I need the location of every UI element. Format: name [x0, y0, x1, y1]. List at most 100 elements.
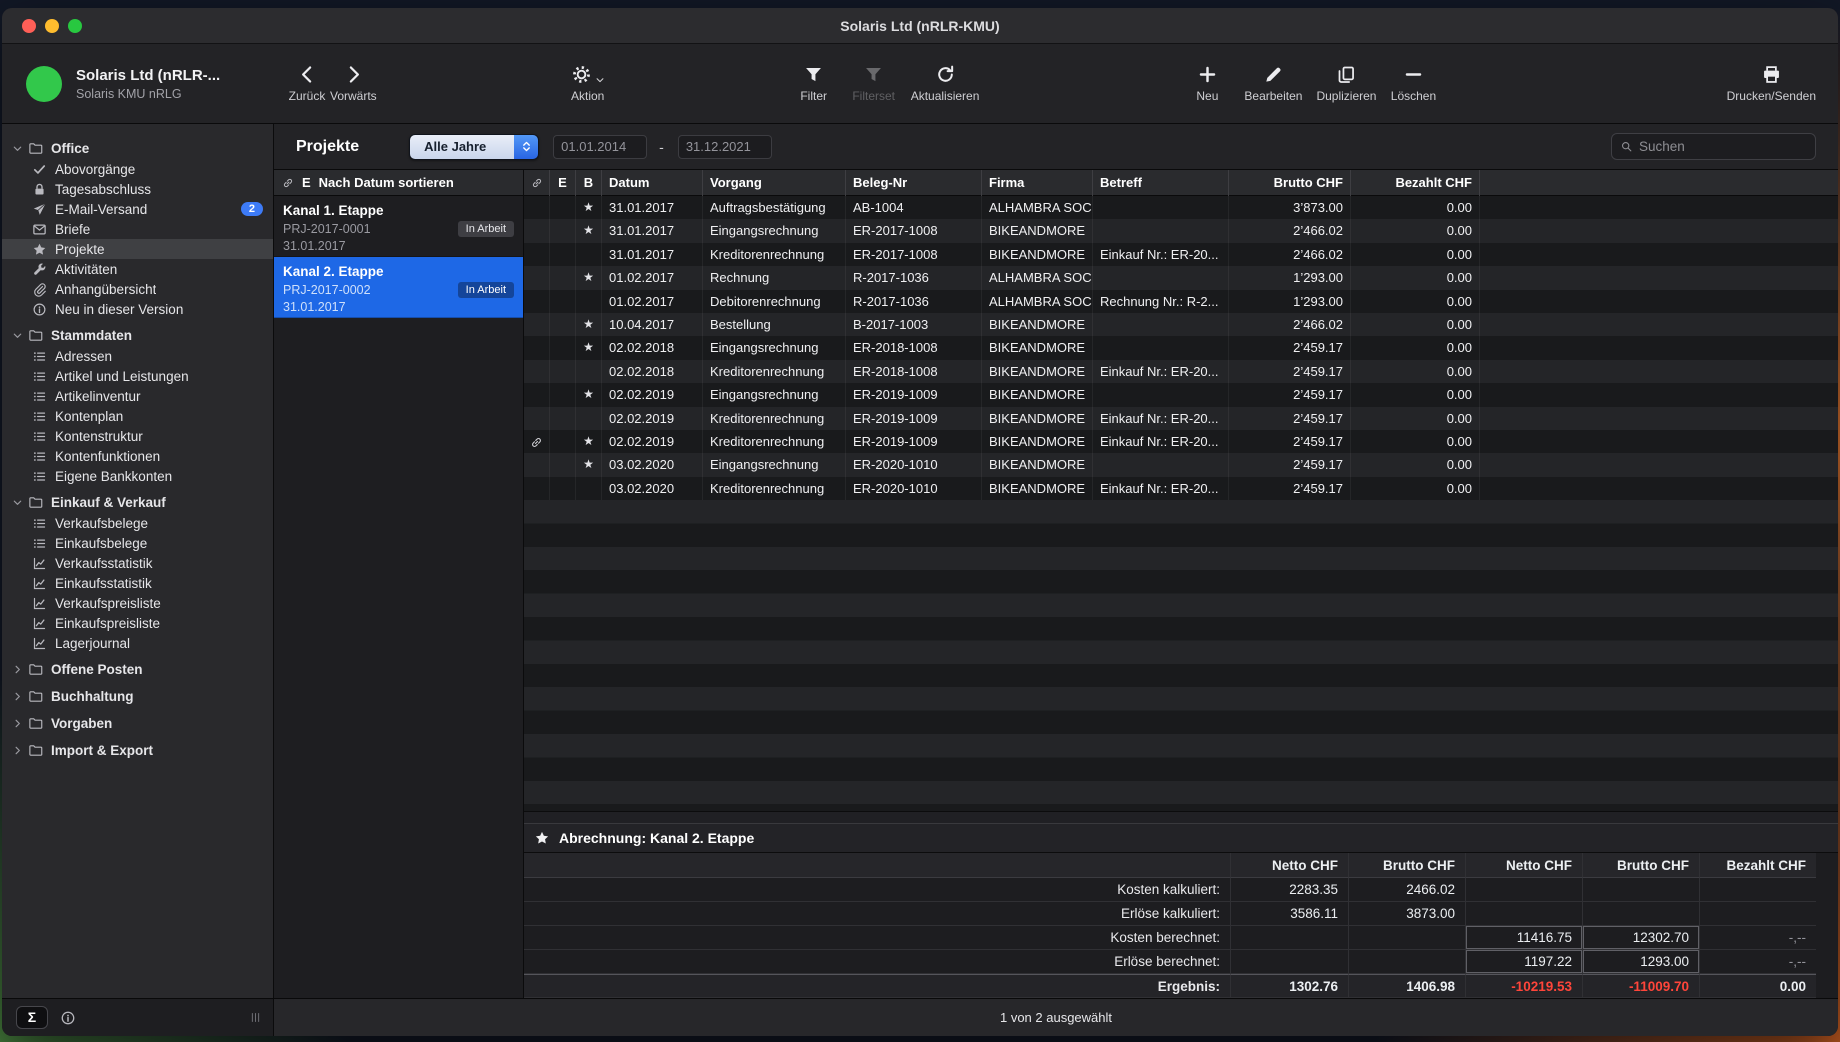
sidebar-item[interactable]: Aktivitäten: [2, 259, 273, 279]
chevron-icon[interactable]: [12, 718, 28, 729]
column-header-firma[interactable]: Firma: [982, 170, 1093, 196]
refresh-button[interactable]: Aktualisieren: [911, 64, 980, 103]
sidebar-item[interactable]: Neu in dieser Version: [2, 299, 273, 319]
table-row[interactable]: ★ 31.01.2017 Eingangsrechnung ER-2017-10…: [524, 219, 1838, 242]
zoom-button[interactable]: [68, 19, 82, 33]
table-row[interactable]: ★ 03.02.2020 Eingangsrechnung ER-2020-10…: [524, 453, 1838, 476]
chevron-icon[interactable]: [12, 497, 28, 508]
sidebar-item[interactable]: E-Mail-Versand 2: [2, 199, 273, 219]
print-send-button[interactable]: Drucken/Senden: [1727, 64, 1816, 103]
sidebar-item[interactable]: Anhangübersicht: [2, 279, 273, 299]
chevron-icon[interactable]: [12, 664, 28, 675]
column-header-betreff[interactable]: Betreff: [1093, 170, 1229, 196]
sidebar-item[interactable]: Adressen: [2, 346, 273, 366]
link-column-header[interactable]: [524, 170, 550, 196]
sidebar-item[interactable]: Verkaufsstatistik: [2, 553, 273, 573]
action-button[interactable]: Aktion: [565, 64, 611, 103]
chevron-icon[interactable]: [12, 745, 28, 756]
sidebar-item[interactable]: Verkaufsbelege: [2, 513, 273, 533]
titlebar[interactable]: Solaris Ltd (nRLR-KMU): [2, 8, 1838, 44]
summary-field[interactable]: 1197.22: [1465, 950, 1582, 974]
column-header-beleg[interactable]: Beleg-Nr: [846, 170, 982, 196]
sidebar-item[interactable]: Einkauf & Verkauf: [2, 491, 273, 513]
sidebar-item[interactable]: Verkaufspreisliste: [2, 593, 273, 613]
year-filter-select[interactable]: Alle Jahre: [409, 134, 539, 160]
column-header-vorgang[interactable]: Vorgang: [703, 170, 846, 196]
cell-e: [550, 430, 576, 453]
sidebar-item[interactable]: Einkaufsstatistik: [2, 573, 273, 593]
summary-field[interactable]: 1293.00: [1582, 950, 1699, 974]
column-header-datum[interactable]: Datum: [602, 170, 703, 196]
sidebar-item[interactable]: Office: [2, 137, 273, 159]
summary-value: 3873.00: [1348, 902, 1465, 926]
sort-label[interactable]: Nach Datum sortieren: [319, 175, 454, 190]
sum-button[interactable]: Σ: [16, 1006, 48, 1029]
popup-stepper[interactable]: [514, 134, 538, 160]
delete-button[interactable]: Löschen: [1390, 64, 1436, 103]
info-button[interactable]: [60, 1010, 76, 1026]
duplicate-button[interactable]: Duplizieren: [1316, 64, 1376, 103]
table-row[interactable]: ★ 31.01.2017 Auftragsbestätigung AB-1004…: [524, 196, 1838, 219]
project-card[interactable]: Kanal 1. Etappe PRJ-2017-0001 In Arbeit …: [274, 196, 523, 257]
sidebar-item[interactable]: Briefe: [2, 219, 273, 239]
table-row[interactable]: ★ 10.04.2017 Bestellung B-2017-1003 BIKE…: [524, 313, 1838, 336]
cell-brutto: 3’873.00: [1229, 196, 1351, 219]
table-row[interactable]: ★ 02.02.2018 Eingangsrechnung ER-2018-10…: [524, 336, 1838, 359]
sidebar-item[interactable]: Kontenfunktionen: [2, 446, 273, 466]
sidebar-item[interactable]: Eigene Bankkonten: [2, 466, 273, 486]
sidebar-item[interactable]: Abovorgänge: [2, 159, 273, 179]
table-empty-area: [524, 500, 1838, 811]
filter-button[interactable]: Filter: [791, 64, 837, 103]
sidebar-item[interactable]: Vorgaben: [2, 712, 273, 734]
date-to-input[interactable]: [678, 135, 772, 159]
sidebar-item[interactable]: Kontenstruktur: [2, 426, 273, 446]
sidebar-item[interactable]: Buchhaltung: [2, 685, 273, 707]
date-from-input[interactable]: [553, 135, 647, 159]
table-row[interactable]: ★ 02.02.2019 Kreditorenrechnung ER-2019-…: [524, 430, 1838, 453]
sidebar-item[interactable]: Einkaufspreisliste: [2, 613, 273, 633]
summary-field[interactable]: 11416.75: [1465, 926, 1582, 950]
project-list-header[interactable]: E Nach Datum sortieren: [274, 170, 523, 196]
project-card[interactable]: Kanal 2. Etappe PRJ-2017-0002 In Arbeit …: [274, 257, 523, 318]
sidebar-item[interactable]: Import & Export: [2, 739, 273, 761]
sidebar-item[interactable]: Projekte: [2, 239, 273, 259]
cell-e: [550, 290, 576, 313]
table-row[interactable]: 02.02.2019 Kreditorenrechnung ER-2019-10…: [524, 407, 1838, 430]
filterset-button[interactable]: Filterset: [851, 64, 897, 103]
account-widget[interactable]: Solaris Ltd (nRLR-... Solaris KMU nRLG: [2, 66, 274, 102]
sidebar-item[interactable]: Offene Posten: [2, 658, 273, 680]
edit-button[interactable]: Bearbeiten: [1244, 64, 1302, 103]
sidebar-item[interactable]: Artikel und Leistungen: [2, 366, 273, 386]
column-header-b[interactable]: B: [576, 170, 602, 196]
search-field[interactable]: [1611, 133, 1816, 160]
sidebar-item-label: Projekte: [55, 242, 105, 257]
column-header-brutto[interactable]: Brutto CHF: [1229, 170, 1351, 196]
status-bar: Σ 1 von 2 ausgewählt: [2, 998, 1838, 1036]
table-row[interactable]: 31.01.2017 Kreditorenrechnung ER-2017-10…: [524, 243, 1838, 266]
minimize-button[interactable]: [45, 19, 59, 33]
column-header-bezahlt[interactable]: Bezahlt CHF: [1351, 170, 1480, 196]
sidebar-item[interactable]: Lagerjournal: [2, 633, 273, 653]
new-button[interactable]: Neu: [1184, 64, 1230, 103]
forward-button[interactable]: Vorwärts: [330, 64, 377, 103]
grip-icon[interactable]: [248, 1010, 263, 1025]
table-row[interactable]: 02.02.2018 Kreditorenrechnung ER-2018-10…: [524, 360, 1838, 383]
table-row[interactable]: 01.02.2017 Debitorenrechnung R-2017-1036…: [524, 290, 1838, 313]
lock-icon: [32, 182, 47, 197]
table-row[interactable]: ★ 01.02.2017 Rechnung R-2017-1036 ALHAMB…: [524, 266, 1838, 289]
sidebar-item[interactable]: Tagesabschluss: [2, 179, 273, 199]
column-header-e[interactable]: E: [550, 170, 576, 196]
sidebar-item[interactable]: Stammdaten: [2, 324, 273, 346]
table-row[interactable]: ★ 02.02.2019 Eingangsrechnung ER-2019-10…: [524, 383, 1838, 406]
sidebar-item[interactable]: Artikelinventur: [2, 386, 273, 406]
summary-field[interactable]: 12302.70: [1582, 926, 1699, 950]
table-row[interactable]: 03.02.2020 Kreditorenrechnung ER-2020-10…: [524, 477, 1838, 500]
chevron-icon[interactable]: [12, 691, 28, 702]
search-input[interactable]: [1639, 139, 1807, 154]
back-button[interactable]: Zurück: [284, 64, 330, 103]
chevron-icon[interactable]: [12, 330, 28, 341]
sidebar-item[interactable]: Einkaufsbelege: [2, 533, 273, 553]
sidebar-item[interactable]: Kontenplan: [2, 406, 273, 426]
close-button[interactable]: [22, 19, 36, 33]
chevron-icon[interactable]: [12, 143, 28, 154]
